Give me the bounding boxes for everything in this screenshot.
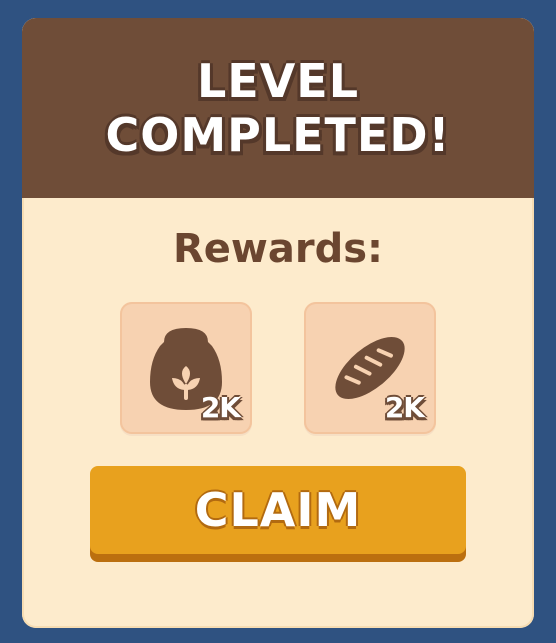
claim-button[interactable]: CLAIM <box>90 466 466 554</box>
level-complete-dialog: LEVEL COMPLETED! Rewards: 2K 2K CLAIM <box>22 18 534 628</box>
reward-amount: 2K <box>200 391 241 424</box>
claim-button-label: CLAIM <box>194 483 362 537</box>
title-line-1: LEVEL <box>196 54 360 108</box>
rewards-label: Rewards: <box>172 226 384 272</box>
reward-amount: 2K <box>384 391 425 424</box>
reward-tile-flour: 2K <box>120 302 252 434</box>
dialog-header: LEVEL COMPLETED! <box>22 18 534 198</box>
title-line-2: COMPLETED! <box>105 108 451 162</box>
reward-tile-bread: 2K <box>304 302 436 434</box>
